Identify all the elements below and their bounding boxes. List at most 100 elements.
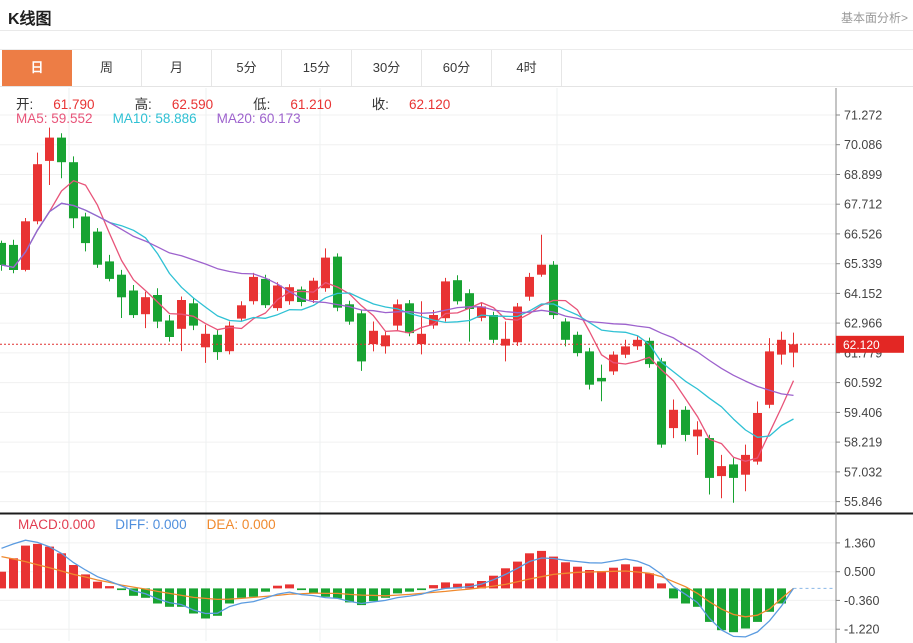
axis-label: 60.592 xyxy=(844,376,882,390)
candle-body xyxy=(585,351,594,384)
candle-body xyxy=(621,346,630,354)
axis-label: 59.406 xyxy=(844,406,882,420)
macd-bar xyxy=(93,582,102,589)
macd-row-item-2: DEA: 0.000 xyxy=(207,517,276,532)
axis-label: 1.360 xyxy=(844,536,875,550)
macd-bar xyxy=(597,571,606,588)
candle-body xyxy=(561,322,570,340)
macd-bar xyxy=(237,588,246,597)
macd-bar xyxy=(393,588,402,593)
macd-bar xyxy=(525,553,534,588)
axis-label: 71.272 xyxy=(844,109,882,123)
candle-body xyxy=(261,279,270,305)
axis-label: -1.220 xyxy=(844,623,879,637)
macd-bar xyxy=(573,567,582,589)
macd-bar xyxy=(405,588,414,591)
ma-row-item-0: MA5: 59.552 xyxy=(16,111,93,126)
candle-body xyxy=(33,164,42,221)
macd-bar xyxy=(105,586,114,588)
candle-body xyxy=(189,303,198,325)
macd-bar xyxy=(21,546,30,589)
candle-body xyxy=(417,334,426,344)
axis-label: 58.219 xyxy=(844,436,882,450)
kline-page: K线图 基本面分析> 日周月5分15分30分60分4时 71.27270.086… xyxy=(0,0,913,643)
macd-bar xyxy=(633,567,642,589)
candle-body xyxy=(489,315,498,340)
axis-label: -0.360 xyxy=(844,594,879,608)
candle-body xyxy=(393,304,402,325)
candle-body xyxy=(57,138,66,163)
macd-bar xyxy=(585,570,594,588)
gridlines xyxy=(0,88,836,641)
macd-bar xyxy=(669,588,678,598)
candle-body xyxy=(633,340,642,347)
candle-body xyxy=(453,280,462,301)
candle-body xyxy=(0,243,6,265)
macd-bar xyxy=(561,562,570,588)
macd-bar xyxy=(657,583,666,588)
axis-label: 62.966 xyxy=(844,317,882,331)
last-price-badge-text: 62.120 xyxy=(843,338,880,352)
macd-bar xyxy=(9,558,18,588)
macd-histogram xyxy=(0,544,786,632)
axis-label: 70.086 xyxy=(844,138,882,152)
candle-body xyxy=(657,361,666,444)
macd-bar xyxy=(705,588,714,622)
ohlc-row-item-3: 收:62.120 xyxy=(372,93,471,113)
axis-label: 0.500 xyxy=(844,565,875,579)
axis-label: 68.899 xyxy=(844,168,882,182)
candle-body xyxy=(705,438,714,478)
macd-bar xyxy=(249,588,258,596)
candle-body xyxy=(741,455,750,475)
macd-bar xyxy=(165,588,174,606)
macd-bar xyxy=(621,564,630,588)
axis-label: 65.339 xyxy=(844,257,882,271)
candle-body xyxy=(117,275,126,298)
axis-label: 57.032 xyxy=(844,465,882,479)
macd-legend: MACD:0.000DIFF: 0.000DEA: 0.000 xyxy=(18,517,296,532)
macd-bar xyxy=(297,588,306,590)
axis-label: 55.846 xyxy=(844,495,882,509)
ohlc-legend: 开:61.790 高:62.590 低:61.210 收:62.120 xyxy=(16,93,490,113)
candle-body xyxy=(237,305,246,318)
ma20-line xyxy=(2,203,794,395)
candle-body xyxy=(525,277,534,297)
ohlc-row-item-1: 高:62.590 xyxy=(135,93,234,113)
candle-body xyxy=(693,430,702,437)
axis-label: 64.152 xyxy=(844,287,882,301)
candle-body xyxy=(717,466,726,476)
candle-body xyxy=(45,138,54,161)
ma-legend: MA5: 59.552MA10: 58.886MA20: 60.173 xyxy=(16,111,321,126)
macd-bar xyxy=(537,551,546,589)
ohlc-row-item-0: 开:61.790 xyxy=(16,93,115,113)
candle-body xyxy=(681,410,690,435)
macd-bar xyxy=(273,586,282,589)
candle-body xyxy=(273,286,282,309)
candle-body xyxy=(213,335,222,352)
candle-body xyxy=(333,257,342,308)
ma-row-item-1: MA10: 58.886 xyxy=(113,111,197,126)
candle-body xyxy=(405,303,414,333)
candle-body xyxy=(249,277,258,301)
macd-bar xyxy=(117,588,126,590)
macd-bar xyxy=(441,582,450,588)
macd-bar xyxy=(549,557,558,589)
candle-body xyxy=(69,162,78,218)
macd-row-item-1: DIFF: 0.000 xyxy=(115,517,186,532)
candle-body xyxy=(93,232,102,265)
macd-bar xyxy=(513,562,522,589)
candle-body xyxy=(549,265,558,315)
candle-body xyxy=(765,351,774,404)
axis-label: 67.712 xyxy=(844,198,882,212)
candle-body xyxy=(357,313,366,361)
macd-bar xyxy=(417,588,426,590)
ohlc-row-item-2: 低:61.210 xyxy=(253,93,352,113)
candle-body xyxy=(105,261,114,279)
candle-body xyxy=(537,265,546,275)
candle-body xyxy=(81,217,90,244)
macd-bar xyxy=(0,572,6,589)
macd-bar xyxy=(753,588,762,622)
macd-bar xyxy=(429,585,438,588)
candles xyxy=(0,128,798,503)
macd-bar xyxy=(645,573,654,588)
